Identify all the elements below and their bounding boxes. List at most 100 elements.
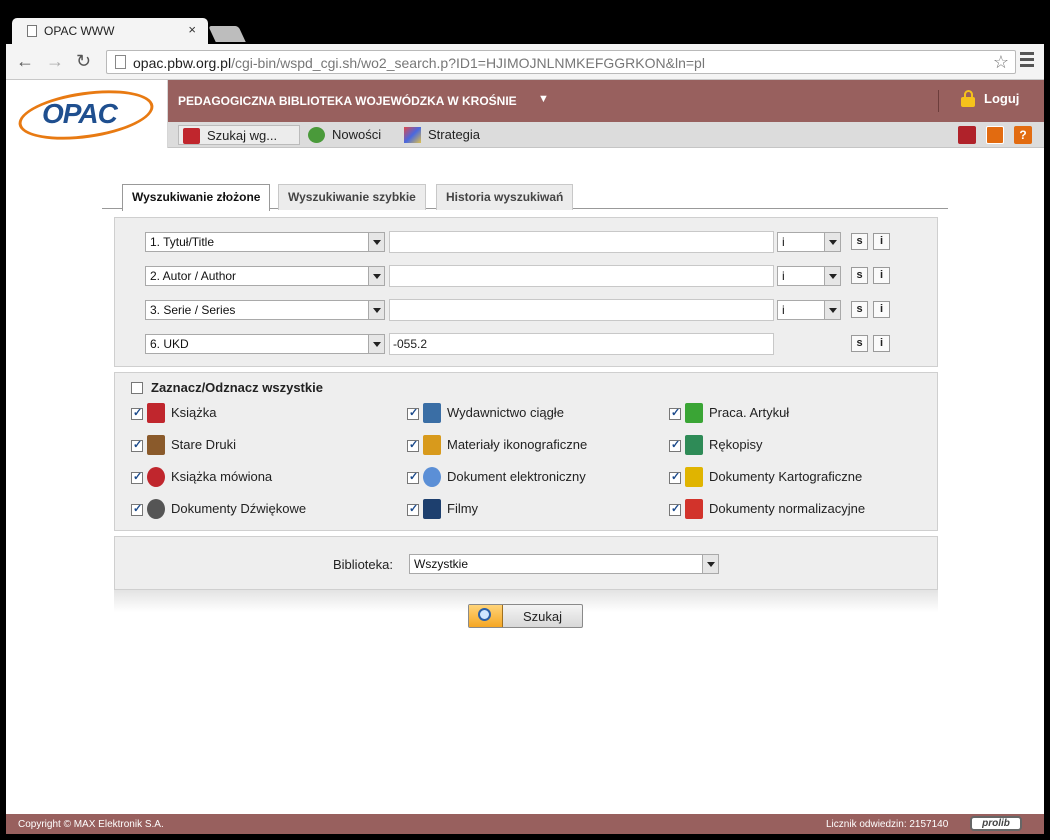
search-book-icon	[183, 128, 200, 144]
checkbox[interactable]	[407, 406, 419, 420]
new-items-icon	[308, 127, 325, 143]
address-bar[interactable]: opac.pbw.org.pl/cgi-bin/wspd_cgi.sh/wo2_…	[106, 50, 1016, 74]
menu-strategy[interactable]: Strategia	[400, 125, 500, 145]
back-arrow-icon[interactable]: ←	[16, 52, 34, 70]
prolib-logo[interactable]: prolib	[970, 816, 1022, 831]
chevron-down-icon	[824, 267, 840, 285]
toggle-all-checkbox[interactable]	[131, 382, 143, 394]
old-prints-icon	[147, 435, 165, 455]
pdf-standard-icon	[685, 499, 703, 519]
manuscript-icon	[685, 435, 703, 455]
audio-disc-icon	[147, 499, 165, 519]
operator-select[interactable]: i	[777, 266, 841, 286]
page-icon	[115, 55, 126, 69]
tab-search-history[interactable]: Historia wyszukiwań	[436, 184, 574, 210]
forward-arrow-icon[interactable]: →	[46, 52, 64, 70]
tab-advanced-search[interactable]: Wyszukiwanie złożone	[122, 184, 271, 211]
close-tab-icon[interactable]: ×	[188, 22, 196, 37]
tab-strip: OPAC WWW ×	[0, 0, 1050, 44]
field-select[interactable]: 3. Serie / Series	[145, 300, 385, 320]
book-icon	[147, 403, 165, 423]
copyright: Copyright © MAX Elektronik S.A.	[18, 819, 164, 830]
chevron-down-icon	[368, 233, 384, 251]
checkbox[interactable]	[669, 406, 681, 420]
field-select[interactable]: 6. UKD	[145, 334, 385, 354]
checkbox[interactable]	[669, 502, 681, 516]
url-path: /cgi-bin/wspd_cgi.sh/wo2_search.p?ID1=HJ…	[231, 55, 705, 71]
field-select-value: 1. Tytuł/Title	[150, 235, 215, 249]
checkbox[interactable]	[131, 406, 143, 420]
strategy-icon	[404, 127, 421, 143]
help-icon[interactable]: ?	[1014, 126, 1032, 144]
i-button[interactable]: i	[873, 267, 890, 284]
checkbox[interactable]	[669, 470, 681, 484]
bookmark-star-icon[interactable]: ☆	[993, 52, 1009, 73]
s-button[interactable]: s	[851, 335, 868, 352]
browser-tab[interactable]: OPAC WWW ×	[12, 18, 208, 44]
s-button[interactable]: s	[851, 233, 868, 250]
chevron-down-icon	[368, 301, 384, 319]
library-label: Biblioteka:	[333, 557, 393, 572]
material-label: Wydawnictwo ciągłe	[447, 405, 564, 420]
books-icon[interactable]	[958, 126, 976, 144]
chevron-down-icon	[368, 267, 384, 285]
i-button[interactable]: i	[873, 301, 890, 318]
checkbox[interactable]	[407, 470, 419, 484]
opac-logo[interactable]: OPAC	[6, 80, 168, 148]
library-name[interactable]: PEDAGOGICZNA BIBLIOTEKA WOJEWÓDZKA W KRO…	[178, 94, 517, 108]
material-label: Praca. Artykuł	[709, 405, 790, 420]
reload-icon[interactable]: ↻	[76, 52, 91, 70]
search-button-label: Szukaj	[522, 609, 563, 624]
login-label: Loguj	[984, 91, 1020, 106]
browser-toolbar: ← → ↻ opac.pbw.org.pl/cgi-bin/wspd_cgi.s…	[6, 44, 1044, 80]
audiobook-icon	[147, 467, 165, 487]
material-label: Materiały ikonograficzne	[447, 437, 588, 452]
material-label: Rękopisy	[709, 437, 763, 452]
checkbox[interactable]	[407, 502, 419, 516]
map-icon	[685, 467, 703, 487]
search-term-input[interactable]	[389, 299, 774, 321]
checkbox[interactable]	[407, 438, 419, 452]
new-tab-button[interactable]	[208, 26, 246, 42]
field-select[interactable]: 2. Autor / Author	[145, 266, 385, 286]
checkbox[interactable]	[131, 502, 143, 516]
login-link[interactable]: Loguj	[960, 90, 1020, 107]
search-term-input[interactable]: -055.2	[389, 333, 774, 355]
checkbox[interactable]	[131, 470, 143, 484]
chevron-down-icon	[824, 233, 840, 251]
i-button[interactable]: i	[873, 335, 890, 352]
library-select[interactable]: Wszystkie	[409, 554, 719, 574]
field-select-value: 3. Serie / Series	[150, 303, 236, 317]
material-label: Dokumenty Kartograficzne	[709, 469, 863, 484]
menu-new-items[interactable]: Nowości	[304, 125, 396, 145]
page-icon	[27, 25, 37, 37]
checkbox[interactable]	[669, 438, 681, 452]
s-button[interactable]: s	[851, 301, 868, 318]
search-button[interactable]: Szukaj	[468, 604, 583, 628]
operator-value: i	[782, 235, 785, 249]
search-term-input[interactable]	[389, 231, 774, 253]
checkbox[interactable]	[131, 438, 143, 452]
field-select-value: 6. UKD	[150, 337, 189, 351]
tab-quick-search[interactable]: Wyszukiwanie szybkie	[278, 184, 426, 210]
search-criteria-panel: 1. Tytuł/Title i s i 2. Autor / Author i…	[114, 217, 938, 367]
chevron-down-icon	[824, 301, 840, 319]
lock-icon	[960, 90, 976, 107]
page-footer: Copyright © MAX Elektronik S.A. Licznik …	[6, 814, 1044, 834]
search-term-input[interactable]	[389, 265, 774, 287]
chevron-down-icon[interactable]: ▼	[538, 93, 549, 105]
operator-value: i	[782, 269, 785, 283]
material-label: Książka mówiona	[171, 469, 273, 484]
library-panel: Biblioteka: Wszystkie	[114, 536, 938, 590]
operator-select[interactable]: i	[777, 232, 841, 252]
i-button[interactable]: i	[873, 233, 890, 250]
operator-select[interactable]: i	[777, 300, 841, 320]
material-label: Stare Druki	[171, 437, 237, 452]
s-button[interactable]: s	[851, 267, 868, 284]
home-icon[interactable]	[986, 126, 1004, 144]
main-menu: Szukaj wg... Nowości Strategia ?	[168, 122, 1044, 148]
field-select[interactable]: 1. Tytuł/Title	[145, 232, 385, 252]
menu-search-by[interactable]: Szukaj wg...	[178, 125, 300, 145]
browser-menu-icon[interactable]	[1020, 52, 1034, 70]
material-types-panel: Zaznacz/Odznacz wszystkie Książka Wydawn…	[114, 372, 938, 531]
